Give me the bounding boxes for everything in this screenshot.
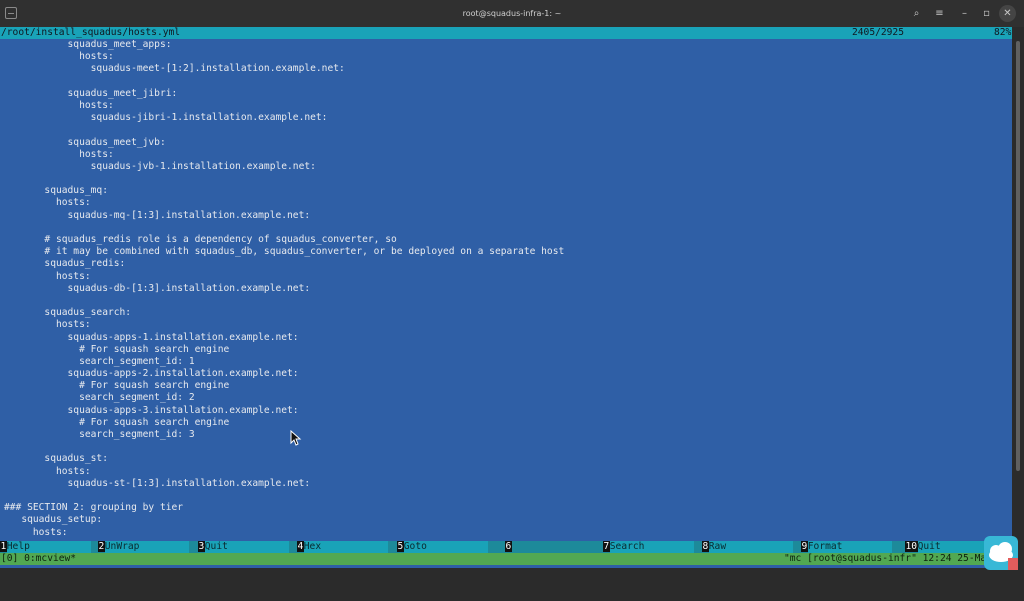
scrollbar-thumb[interactable] (1016, 41, 1020, 471)
content-line: search_segment_id: 1 (4, 355, 195, 367)
content-line: squadus-db-[1:3].installation.example.ne… (4, 282, 311, 294)
fkey-8[interactable]: 8Raw (702, 541, 800, 553)
content-line: squadus-mq-[1:3].installation.example.ne… (4, 209, 311, 221)
content-line: hosts: (4, 99, 114, 111)
content-line: squadus_meet_apps: (4, 39, 172, 50)
fkey-label: Goto (403, 541, 488, 553)
content-line: hosts: (4, 51, 114, 63)
viewer-header-bar: /root/install_squadus/hosts.yml 2405/292… (0, 27, 1012, 39)
window-title: root@squadus-infra-1: ~ (462, 9, 562, 18)
content-line: squadus-jibri-1.installation.example.net… (4, 112, 328, 124)
content-line: hosts: (4, 197, 91, 209)
fkey-label: Quit (204, 541, 289, 553)
content-line: squadus_setup: (4, 514, 103, 526)
fkey-number: 6 (505, 541, 512, 552)
content-line: search_segment_id: 3 (4, 429, 195, 440)
fkey-number: 9 (801, 541, 808, 552)
function-key-bar: 1Help 2UnWrap 3Quit 4Hex 5Goto 6 7Search 8Raw 9F… (0, 541, 1012, 553)
content-line: hosts: (4, 465, 91, 477)
window-titlebar: root@squadus-infra-1: ~ ⌕ ≡ – ▫ ✕ (0, 0, 1024, 28)
fkey-2[interactable]: 2UnWrap (98, 541, 196, 553)
content-line: hosts: (4, 148, 114, 160)
content-line: hosts: (4, 526, 68, 538)
file-content[interactable]: squadus_meet_apps: hosts: squadus-meet-[… (0, 39, 1012, 545)
terminal-area[interactable]: /root/install_squadus/hosts.yml 2405/292… (0, 27, 1012, 568)
fkey-number: 8 (702, 541, 709, 552)
content-line (0, 295, 1012, 307)
terminal-scrollbar[interactable] (1012, 27, 1024, 568)
fkey-1[interactable]: 1Help (0, 541, 98, 553)
close-button[interactable]: ✕ (999, 5, 1016, 22)
file-path: /root/install_squadus/hosts.yml (1, 27, 181, 38)
content-line: # squadus_redis role is a dependency of … (4, 234, 397, 245)
content-line (0, 173, 1012, 185)
cloud-app-icon[interactable] (984, 536, 1018, 570)
content-line: search_segment_id: 2 (4, 392, 195, 404)
fkey-number: 7 (603, 541, 610, 552)
content-line: # For squash search engine (4, 343, 230, 355)
content-line (0, 441, 1012, 453)
content-line: hosts: (4, 270, 91, 282)
content-line: squadus-apps-2.installation.example.net: (4, 368, 299, 380)
scroll-percent: 82% (994, 27, 1012, 38)
maximize-button[interactable]: ▫ (978, 5, 995, 22)
fkey-9[interactable]: 9Format (801, 541, 899, 553)
fkey-7[interactable]: 7Search (603, 541, 701, 553)
content-line: squadus_search: (4, 307, 132, 319)
fkey-number: 4 (297, 541, 304, 552)
minimize-button[interactable]: – (956, 5, 973, 22)
fkey-label: Help (6, 541, 91, 553)
fkey-label: Format (807, 541, 892, 553)
fkey-number: 5 (397, 541, 404, 552)
content-line: # For squash search engine (4, 380, 230, 392)
content-line (0, 76, 1012, 88)
fkey-label: Hex (303, 541, 388, 553)
fkey-6[interactable]: 6 (505, 541, 603, 553)
fkey-label: Raw (708, 541, 793, 553)
fkey-label: Search (609, 541, 694, 553)
content-line: # it may be combined with squadus_db, sq… (4, 246, 565, 258)
tmux-status-bar: [0] 0:mcview* "mc [root@squadus-infr" 12… (0, 553, 1012, 565)
tmux-window-list: [0] 0:mcview* (1, 553, 77, 564)
content-line: squadus-jvb-1.installation.example.net: (4, 160, 316, 172)
terminal-bottom-edge (0, 565, 1012, 568)
fkey-number: 1 (0, 541, 7, 552)
fkey-number: 10 (905, 541, 918, 552)
content-line: squadus_st: (4, 453, 108, 465)
content-line: squadus-apps-1.installation.example.net: (4, 331, 299, 343)
tmux-status-right: "mc [root@squadus-infr" 12:24 25-Ma (784, 553, 987, 564)
content-line: squadus-apps-3.installation.example.net: (4, 404, 299, 416)
content-line: squadus_meet_jibri: (4, 87, 178, 99)
content-line: squadus_redis: (4, 258, 126, 270)
content-line: squadus_mq: (4, 185, 108, 197)
fkey-label: UnWrap (104, 541, 189, 553)
fkey-3[interactable]: 3Quit (198, 541, 296, 553)
fkey-number: 2 (98, 541, 105, 552)
content-line: hosts: (4, 319, 91, 331)
hamburger-menu-icon[interactable]: ≡ (931, 5, 948, 22)
fkey-4[interactable]: 4Hex (297, 541, 395, 553)
content-line (0, 124, 1012, 136)
content-line (0, 490, 1012, 502)
content-line: # For squash search engine (4, 416, 230, 428)
fkey-5[interactable]: 5Goto (397, 541, 495, 553)
line-position: 2405/2925 (852, 27, 904, 38)
content-line (0, 222, 1012, 234)
content-line: squadus-meet-[1:2].installation.example.… (4, 63, 345, 75)
content-line: squadus_meet_jvb: (4, 136, 166, 148)
content-line: ### SECTION 2: grouping by tier (4, 502, 184, 514)
search-icon[interactable]: ⌕ (908, 5, 925, 22)
content-line: squadus-st-[1:3].installation.example.ne… (4, 477, 311, 489)
fkey-number: 3 (198, 541, 205, 552)
